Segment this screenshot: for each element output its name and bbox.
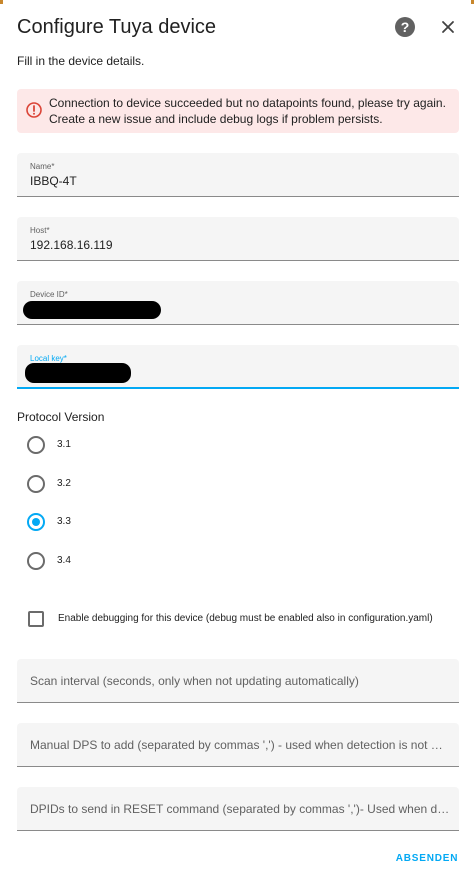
radio-button[interactable] — [27, 475, 45, 493]
radio-label: 3.4 — [57, 555, 71, 566]
name-field-label: Name* — [30, 162, 55, 171]
debug-checkbox-label: Enable debugging for this device (debug … — [58, 613, 433, 624]
manual-dps-field[interactable]: Manual DPS to add (separated by commas '… — [17, 723, 459, 767]
dialog-title: Configure Tuya device — [17, 16, 217, 38]
scan-interval-field[interactable]: Scan interval (seconds, only when not up… — [17, 659, 459, 703]
host-field-value: 192.168.16.119 — [30, 238, 113, 252]
radio-label: 3.1 — [57, 439, 71, 450]
redacted-value — [25, 363, 131, 383]
local-key-field[interactable]: Local key* — [17, 345, 459, 389]
error-alert: Connection to device succeeded but no da… — [17, 89, 459, 133]
scan-interval-placeholder: Scan interval (seconds, only when not up… — [30, 674, 359, 688]
radio-protocol-3-2[interactable]: 3.2 — [27, 475, 227, 495]
dialog-subtitle: Fill in the device details. — [17, 54, 145, 68]
alert-line-2: Create a new issue and include debug log… — [49, 112, 383, 126]
protocol-version-label: Protocol Version — [17, 410, 105, 424]
name-field[interactable]: Name* IBBQ-4T — [17, 153, 459, 197]
radio-dot — [32, 518, 40, 526]
radio-protocol-3-3[interactable]: 3.3 — [27, 513, 227, 533]
radio-protocol-3-1[interactable]: 3.1 — [27, 436, 227, 456]
configure-device-dialog: Configure Tuya device ? Fill in the devi… — [0, 0, 474, 875]
alert-circle-icon — [25, 101, 43, 119]
radio-button-selected[interactable] — [27, 513, 45, 531]
host-field-label: Host* — [30, 226, 50, 235]
radio-label: 3.2 — [57, 478, 71, 489]
alert-line-1: Connection to device succeeded but no da… — [49, 96, 446, 110]
debug-checkbox[interactable] — [28, 611, 44, 627]
reset-dpids-field[interactable]: DPIDs to send in RESET command (separate… — [17, 787, 459, 831]
debug-checkbox-row[interactable]: Enable debugging for this device (debug … — [28, 610, 468, 628]
dialog-header: Configure Tuya device ? — [17, 14, 457, 42]
reset-dpids-placeholder: DPIDs to send in RESET command (separate… — [30, 802, 450, 816]
radio-button[interactable] — [27, 552, 45, 570]
name-field-value: IBBQ-4T — [30, 174, 77, 188]
radio-button[interactable] — [27, 436, 45, 454]
redacted-value — [23, 301, 161, 319]
close-icon[interactable] — [437, 16, 459, 38]
device-id-field[interactable]: Device ID* — [17, 281, 459, 325]
radio-label: 3.3 — [57, 516, 71, 527]
device-id-field-label: Device ID* — [30, 290, 68, 299]
alert-message: Connection to device succeeded but no da… — [49, 95, 454, 127]
window-corner — [0, 0, 3, 4]
radio-protocol-3-4[interactable]: 3.4 — [27, 552, 227, 572]
manual-dps-placeholder: Manual DPS to add (separated by commas '… — [30, 738, 450, 752]
host-field[interactable]: Host* 192.168.16.119 — [17, 217, 459, 261]
help-circle-icon[interactable]: ? — [395, 17, 415, 37]
submit-button[interactable]: ABSENDEN — [392, 850, 462, 868]
